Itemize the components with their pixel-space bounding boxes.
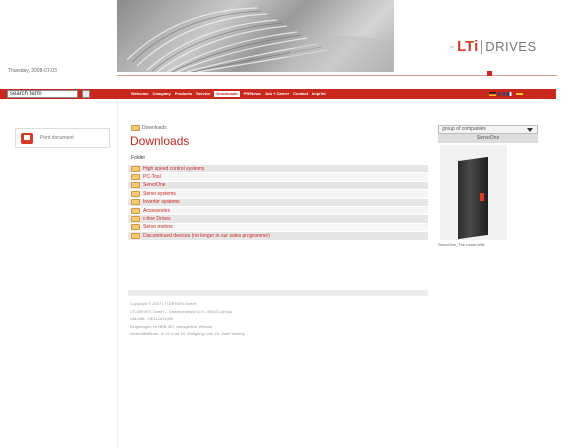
teaser-header: ServoOne (438, 134, 538, 143)
folder-icon (131, 216, 140, 223)
folder-label: High speed control systems (143, 165, 205, 172)
right-panel: group of companies ServoOne ServoOne_The… (438, 125, 538, 255)
folder-row[interactable]: Accessories (128, 206, 428, 216)
current-date: Thursday, 2008-07-03 (8, 68, 57, 74)
footer-line: LTI DRIVES GmbH – Gewerbestraße 5-9 • 35… (130, 308, 233, 314)
breadcrumb-label: Downloads (142, 125, 167, 131)
footer-line: Eingetragen im HRB 467, Amtsgericht Wetz… (130, 323, 212, 329)
header-accent-square (487, 71, 492, 76)
folder-row[interactable]: ServoOne (128, 181, 428, 191)
list-footer-bar (128, 290, 428, 296)
folder-row[interactable]: Inverter systems (128, 198, 428, 207)
device-status-led (480, 193, 484, 201)
logo-small-text: LTI (450, 44, 455, 49)
flag-french-icon[interactable] (507, 92, 514, 96)
footer-line: Copyright © 2007 LTI DRIVES GmbH (130, 301, 197, 306)
folder-row[interactable]: Servo motors (128, 223, 428, 233)
nav-products[interactable]: Products (175, 91, 192, 97)
nav-welcome[interactable]: Welcome (131, 91, 149, 97)
nav-job-career[interactable]: Job + Career (265, 91, 289, 97)
column-divider (117, 99, 118, 448)
folder-label: ServoOne (143, 182, 166, 189)
folder-icon (131, 174, 140, 181)
folder-icon (131, 165, 140, 172)
nav-contact[interactable]: Contact (293, 91, 308, 97)
footer-line: Geschäftsführer: H.-H. Lust, Dr. Wolfgan… (130, 331, 245, 336)
folder-list: High speed control systems PC-Tool Servo… (128, 165, 428, 241)
folder-label: Inverter systems (143, 199, 180, 206)
nav-service[interactable]: Service (196, 91, 210, 97)
group-select-value: group of companies (442, 126, 486, 132)
folder-label: Servo systems (143, 190, 176, 197)
folder-icon (131, 190, 140, 197)
servo-drive-image[interactable] (440, 145, 507, 240)
folder-label: Servo motors (143, 224, 173, 231)
breadcrumb[interactable]: Downloads (131, 125, 167, 131)
folder-icon (131, 199, 140, 206)
folder-icon (131, 125, 140, 131)
logo-product: DRIVES (485, 39, 537, 54)
logo-brand: LTi (457, 38, 479, 55)
folder-label: Accessories (143, 207, 170, 214)
folder-row[interactable]: High speed control systems (128, 165, 428, 174)
folder-row[interactable]: PC-Tool (128, 173, 428, 182)
nav-company[interactable]: Company (153, 91, 171, 97)
logo-separator (481, 39, 483, 54)
search-button[interactable] (82, 90, 90, 98)
search-input[interactable]: search term (7, 90, 78, 98)
language-flags (489, 92, 523, 96)
print-icon (21, 132, 33, 144)
folder-label: PC-Tool (143, 174, 161, 181)
header-turbine-image (117, 0, 394, 72)
main-navigation: Welcome Company Products Service Downloa… (131, 91, 326, 97)
folder-row[interactable]: Discontinued devices (no longer in our s… (128, 232, 428, 241)
folder-icon (131, 182, 140, 189)
folder-label: Discontinued devices (no longer in our s… (143, 232, 270, 239)
flag-spanish-icon[interactable] (516, 92, 523, 96)
folder-column-header: Folder (131, 155, 146, 161)
folder-icon (131, 224, 140, 231)
teaser-caption[interactable]: ServoOne_The name tells (438, 242, 538, 247)
company-logo[interactable]: LTI LTi DRIVES (450, 38, 537, 55)
folder-row[interactable]: Servo systems (128, 190, 428, 199)
group-select[interactable]: group of companies (438, 125, 538, 134)
nav-pr-news[interactable]: PR/News (244, 91, 261, 97)
page-title: Downloads (130, 134, 190, 148)
chevron-down-icon (527, 128, 533, 132)
nav-imprint[interactable]: Imprint (312, 91, 326, 97)
print-document-label: Print document (40, 135, 74, 141)
print-document-button[interactable]: Print document (15, 128, 110, 148)
flag-german-icon[interactable] (489, 92, 496, 96)
page: Thursday, 2008-07-03 LTI LTi DRIVES sear… (0, 0, 571, 448)
folder-icon (131, 232, 140, 239)
folder-icon (131, 207, 140, 214)
flag-english-icon[interactable] (498, 92, 505, 96)
folder-label: c-line Drives (143, 216, 171, 223)
footer-imprint: Copyright © 2007 LTI DRIVES GmbH LTI DRI… (130, 300, 245, 338)
folder-row[interactable]: c-line Drives (128, 215, 428, 224)
footer-line: Ust-IdNr.: DE112631090 (130, 316, 174, 321)
nav-downloads[interactable]: Downloads (214, 91, 240, 97)
